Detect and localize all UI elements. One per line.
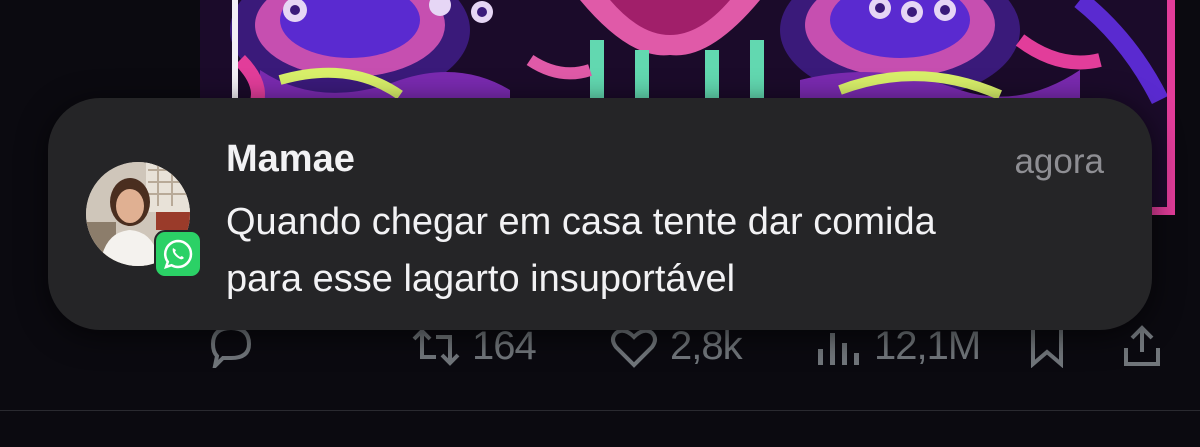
views-icon <box>818 332 859 365</box>
notification-sender: Mamae <box>226 138 355 180</box>
artwork-frame-border <box>1167 0 1175 215</box>
post-divider <box>0 410 1200 411</box>
share-button[interactable] <box>1120 324 1164 368</box>
retweet-icon <box>412 327 460 366</box>
share-icon <box>1124 325 1160 366</box>
reply-icon <box>210 325 252 368</box>
artwork-frame-line <box>232 0 238 100</box>
notification-banner[interactable]: Mamae agora Quando chegar em casa tente … <box>48 98 1152 330</box>
avatar-container <box>86 162 202 278</box>
notification-time: agora <box>1014 142 1104 181</box>
like-count: 2,8k <box>670 324 743 368</box>
retweet-button[interactable]: 164 <box>410 324 537 369</box>
bookmark-button[interactable] <box>1025 324 1069 368</box>
views-button[interactable]: 12,1M <box>812 324 981 369</box>
whatsapp-icon <box>163 239 193 269</box>
reply-button[interactable] <box>205 324 257 368</box>
whatsapp-badge <box>154 230 202 278</box>
retweet-count: 164 <box>472 324 537 368</box>
like-button[interactable]: 2,8k <box>608 324 743 369</box>
views-count: 12,1M <box>874 324 981 368</box>
bookmark-icon <box>1031 326 1063 368</box>
notification-message: Quando chegar em casa tente dar comida p… <box>226 201 936 300</box>
heart-icon <box>611 328 657 368</box>
